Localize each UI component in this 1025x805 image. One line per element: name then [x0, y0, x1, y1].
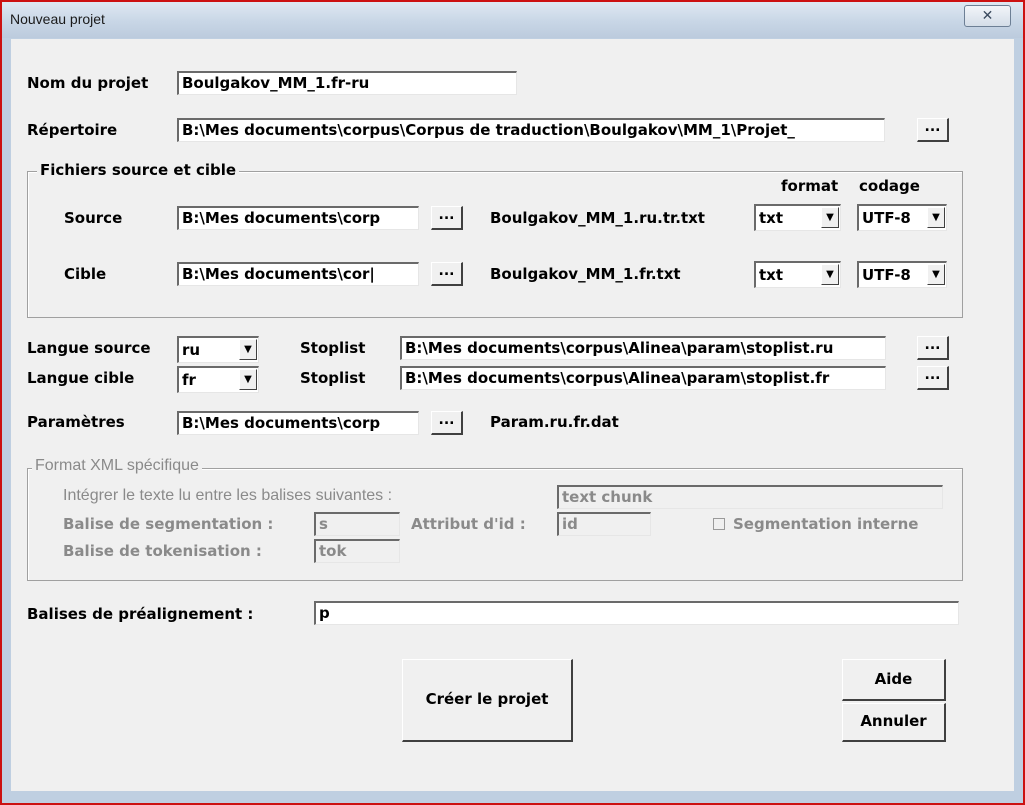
chevron-down-icon[interactable]: ▼ — [821, 264, 839, 285]
parametres-path-input[interactable]: B:\Mes documents\corp — [177, 411, 419, 435]
langue-cible-label: Langue cible — [27, 369, 135, 387]
segmentation-input[interactable]: s — [314, 512, 400, 536]
cible-format-select[interactable]: txt ▼ — [754, 261, 841, 288]
cible-codage-value: UTF-8 — [862, 266, 911, 284]
stoplist-source-browse-button[interactable]: ... — [917, 336, 949, 360]
stoplist-cible-browse-button[interactable]: ... — [917, 366, 949, 390]
close-icon: ✕ — [981, 8, 994, 24]
parametres-browse-button[interactable]: ... — [431, 411, 463, 435]
project-name-input[interactable]: Boulgakov_MM_1.fr-ru — [177, 71, 517, 95]
format-header: format — [781, 177, 839, 195]
source-format-select[interactable]: txt ▼ — [754, 204, 841, 231]
langue-cible-value: fr — [182, 371, 196, 389]
segmentation-interne-checkbox[interactable] — [713, 518, 725, 530]
attribut-label: Attribut d'id : — [411, 515, 526, 533]
source-path-input[interactable]: B:\Mes documents\corp — [177, 206, 419, 230]
help-button[interactable]: Aide — [842, 659, 946, 701]
dialog-window: Nouveau projet ✕ Nom du projet Boulgakov… — [0, 0, 1025, 805]
segmentation-interne-label: Segmentation interne — [733, 515, 919, 533]
parametres-filename: Param.ru.fr.dat — [490, 413, 619, 431]
stoplist-cible-label: Stoplist — [300, 369, 366, 387]
dialog-client-area: Nom du projet Boulgakov_MM_1.fr-ru Réper… — [11, 39, 1014, 791]
chevron-down-icon[interactable]: ▼ — [927, 207, 945, 228]
attribut-input[interactable]: id — [557, 512, 651, 536]
cible-browse-button[interactable]: ... — [431, 262, 463, 286]
source-codage-value: UTF-8 — [862, 209, 911, 227]
prealignement-label: Balises de préalignement : — [27, 605, 254, 623]
window-bottom-border — [2, 791, 1023, 803]
langue-cible-select[interactable]: fr ▼ — [177, 366, 259, 393]
close-button[interactable]: ✕ — [964, 5, 1011, 27]
cible-filename: Boulgakov_MM_1.fr.txt — [490, 265, 681, 283]
tokenisation-label: Balise de tokenisation : — [63, 542, 262, 560]
source-label: Source — [64, 209, 123, 227]
xml-group-title: Format XML spécifique — [32, 457, 202, 475]
stoplist-source-input[interactable]: B:\Mes documents\corpus\Alinea\param\sto… — [400, 336, 886, 360]
repertoire-label: Répertoire — [27, 121, 118, 139]
codage-header: codage — [859, 177, 920, 195]
window-title: Nouveau projet — [10, 11, 105, 27]
tokenisation-input[interactable]: tok — [314, 539, 400, 563]
source-codage-select[interactable]: UTF-8 ▼ — [857, 204, 947, 231]
source-filename: Boulgakov_MM_1.ru.tr.txt — [490, 209, 705, 227]
chevron-down-icon[interactable]: ▼ — [239, 339, 257, 360]
cible-path-input[interactable]: B:\Mes documents\cor| — [177, 262, 419, 286]
files-group-title: Fichiers source et cible — [37, 161, 240, 179]
cible-format-value: txt — [759, 266, 784, 284]
project-name-label: Nom du projet — [27, 74, 149, 92]
title-bar[interactable]: Nouveau projet ✕ — [2, 2, 1023, 38]
cancel-button[interactable]: Annuler — [842, 703, 946, 742]
chevron-down-icon[interactable]: ▼ — [239, 369, 257, 390]
repertoire-browse-button[interactable]: ... — [917, 118, 949, 142]
langue-source-value: ru — [182, 341, 201, 359]
repertoire-input[interactable]: B:\Mes documents\corpus\Corpus de traduc… — [177, 118, 885, 142]
create-project-button[interactable]: Créer le projet — [402, 659, 573, 742]
chevron-down-icon[interactable]: ▼ — [821, 207, 839, 228]
integrer-label: Intégrer le texte lu entre les balises s… — [63, 487, 393, 504]
langue-source-label: Langue source — [27, 339, 151, 357]
parametres-label: Paramètres — [27, 413, 125, 431]
cible-codage-select[interactable]: UTF-8 ▼ — [857, 261, 947, 288]
source-format-value: txt — [759, 209, 784, 227]
segmentation-label: Balise de segmentation : — [63, 515, 274, 533]
stoplist-cible-input[interactable]: B:\Mes documents\corpus\Alinea\param\sto… — [400, 366, 886, 390]
prealignement-input[interactable]: p — [314, 601, 959, 625]
stoplist-source-label: Stoplist — [300, 339, 366, 357]
integrer-input[interactable]: text chunk — [557, 485, 943, 509]
chevron-down-icon[interactable]: ▼ — [927, 264, 945, 285]
langue-source-select[interactable]: ru ▼ — [177, 336, 259, 363]
source-browse-button[interactable]: ... — [431, 206, 463, 230]
cible-label: Cible — [64, 265, 107, 283]
